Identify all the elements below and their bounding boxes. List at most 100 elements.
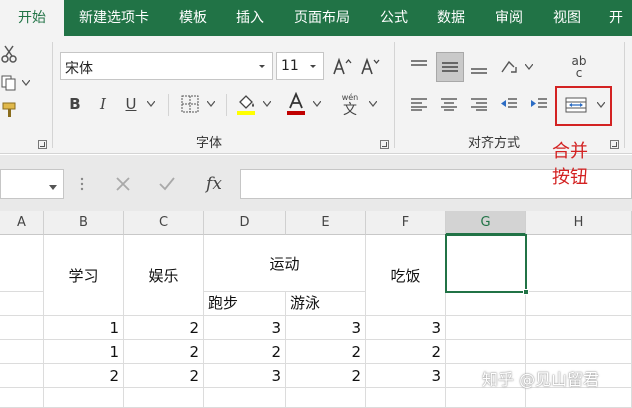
borders-icon[interactable] bbox=[178, 92, 202, 116]
column-header-e[interactable]: E bbox=[286, 211, 366, 235]
increase-indent-icon[interactable] bbox=[526, 92, 552, 116]
cell-b-row4[interactable] bbox=[44, 388, 124, 408]
cell-header-study[interactable]: 学习 bbox=[44, 235, 124, 316]
enter-icon[interactable] bbox=[152, 169, 182, 199]
cell-header-sports[interactable]: 运动 bbox=[204, 235, 366, 292]
copy-dropdown-chevron-icon[interactable] bbox=[18, 74, 34, 92]
cell-a-4[interactable] bbox=[0, 388, 44, 408]
cell-c-row3[interactable]: 2 bbox=[124, 364, 204, 388]
tab-page-layout[interactable]: 页面布局 bbox=[278, 0, 366, 36]
font-color-chevron-down-icon[interactable] bbox=[310, 92, 324, 116]
tab-view[interactable]: 视图 bbox=[538, 0, 596, 36]
decrease-indent-icon[interactable] bbox=[496, 92, 522, 116]
cell-d-row1[interactable]: 3 bbox=[204, 316, 286, 340]
column-header-b[interactable]: B bbox=[44, 211, 124, 235]
orientation-chevron-down-icon[interactable] bbox=[522, 54, 536, 80]
cell-e-row2[interactable]: 2 bbox=[286, 340, 366, 364]
cell-d-row2[interactable]: 2 bbox=[204, 340, 286, 364]
separator bbox=[394, 42, 395, 148]
cut-icon[interactable] bbox=[0, 42, 18, 66]
name-box[interactable] bbox=[0, 169, 64, 199]
format-painter-icon[interactable] bbox=[0, 100, 20, 120]
tab-formulas[interactable]: 公式 bbox=[366, 0, 422, 36]
cell-header-swimming[interactable]: 游泳 bbox=[286, 292, 366, 316]
cell-g-2[interactable] bbox=[446, 340, 526, 364]
cell-g-sub[interactable] bbox=[446, 292, 526, 316]
name-box-chevron-down-icon[interactable] bbox=[49, 180, 57, 194]
fill-handle[interactable] bbox=[523, 289, 529, 295]
cell-b-row3[interactable]: 2 bbox=[44, 364, 124, 388]
cancel-icon[interactable] bbox=[108, 169, 138, 199]
cell-a-header[interactable] bbox=[0, 235, 44, 292]
tab-new[interactable]: 新建选项卡 bbox=[64, 0, 164, 36]
tab-data[interactable]: 数据 bbox=[422, 0, 480, 36]
column-header-f[interactable]: F bbox=[366, 211, 446, 235]
tab-review[interactable]: 审阅 bbox=[480, 0, 538, 36]
italic-button[interactable]: I bbox=[92, 92, 114, 116]
cell-f-row4[interactable] bbox=[366, 388, 446, 408]
cell-d-row4[interactable] bbox=[204, 388, 286, 408]
cell-d-row3[interactable]: 3 bbox=[204, 364, 286, 388]
column-header-c[interactable]: C bbox=[124, 211, 204, 235]
cell-h-sub[interactable] bbox=[526, 292, 632, 316]
cell-c-row1[interactable]: 2 bbox=[124, 316, 204, 340]
underline-chevron-down-icon[interactable] bbox=[144, 92, 158, 116]
cell-header-running[interactable]: 跑步 bbox=[204, 292, 286, 316]
column-header-a[interactable]: A bbox=[0, 211, 44, 235]
wrap-text-button[interactable]: ab c bbox=[566, 50, 592, 84]
cell-h-4[interactable] bbox=[526, 388, 632, 408]
column-header-d[interactable]: D bbox=[204, 211, 286, 235]
align-right-icon[interactable] bbox=[466, 92, 492, 116]
cell-f-row3[interactable]: 3 bbox=[366, 364, 446, 388]
alignment-launcher-icon[interactable] bbox=[610, 140, 619, 149]
cell-g-4[interactable] bbox=[446, 388, 526, 408]
font-name-select[interactable]: 宋体 bbox=[60, 52, 273, 80]
align-top-icon[interactable] bbox=[406, 54, 432, 80]
borders-chevron-down-icon[interactable] bbox=[204, 92, 218, 116]
underline-button[interactable]: U bbox=[120, 92, 142, 116]
font-size-select[interactable]: 11 bbox=[276, 52, 324, 80]
align-left-icon[interactable] bbox=[406, 92, 432, 116]
cell-a-sub[interactable] bbox=[0, 292, 44, 316]
align-center-icon[interactable] bbox=[436, 92, 462, 116]
bold-button[interactable]: B bbox=[64, 92, 86, 116]
copy-icon[interactable] bbox=[0, 74, 18, 92]
tab-insert[interactable]: 插入 bbox=[222, 0, 278, 36]
tab-home[interactable]: 开始 bbox=[0, 0, 64, 36]
fill-color-chevron-down-icon[interactable] bbox=[260, 92, 274, 116]
clipboard-launcher-icon[interactable] bbox=[38, 140, 47, 149]
cell-a-2[interactable] bbox=[0, 340, 44, 364]
insert-function-fx-icon[interactable]: fx bbox=[196, 169, 232, 199]
cell-header-entertainment[interactable]: 娱乐 bbox=[124, 235, 204, 316]
fill-color-icon[interactable] bbox=[234, 90, 258, 118]
cell-a-3[interactable] bbox=[0, 364, 44, 388]
column-header-g[interactable]: G bbox=[446, 211, 526, 235]
phonetic-guide-button[interactable]: wén 文 bbox=[336, 90, 364, 120]
tab-developer[interactable]: 开 bbox=[596, 0, 632, 36]
decrease-font-size-icon[interactable] bbox=[358, 54, 382, 78]
cell-b-row2[interactable]: 1 bbox=[44, 340, 124, 364]
cell-b-row1[interactable]: 1 bbox=[44, 316, 124, 340]
phonetic-chevron-down-icon[interactable] bbox=[366, 92, 380, 116]
cell-h-1[interactable] bbox=[526, 316, 632, 340]
increase-font-size-icon[interactable] bbox=[330, 54, 354, 78]
font-color-icon[interactable] bbox=[284, 90, 308, 118]
cell-a-1[interactable] bbox=[0, 316, 44, 340]
cell-header-eating[interactable]: 吃饭 bbox=[366, 235, 446, 316]
column-header-h[interactable]: H bbox=[526, 211, 632, 235]
cell-f-row2[interactable]: 2 bbox=[366, 340, 446, 364]
cell-c-row2[interactable]: 2 bbox=[124, 340, 204, 364]
cell-f-row1[interactable]: 3 bbox=[366, 316, 446, 340]
align-bottom-icon[interactable] bbox=[466, 54, 492, 80]
orientation-icon[interactable] bbox=[496, 54, 522, 80]
cell-e-row4[interactable] bbox=[286, 388, 366, 408]
cell-g-1[interactable] bbox=[446, 316, 526, 340]
cell-h-header[interactable] bbox=[526, 235, 632, 292]
font-launcher-icon[interactable] bbox=[380, 140, 389, 149]
align-middle-icon[interactable] bbox=[436, 52, 464, 82]
cell-h-2[interactable] bbox=[526, 340, 632, 364]
cell-e-row3[interactable]: 2 bbox=[286, 364, 366, 388]
cell-c-row4[interactable] bbox=[124, 388, 204, 408]
cell-e-row1[interactable]: 3 bbox=[286, 316, 366, 340]
tab-template[interactable]: 模板 bbox=[164, 0, 222, 36]
